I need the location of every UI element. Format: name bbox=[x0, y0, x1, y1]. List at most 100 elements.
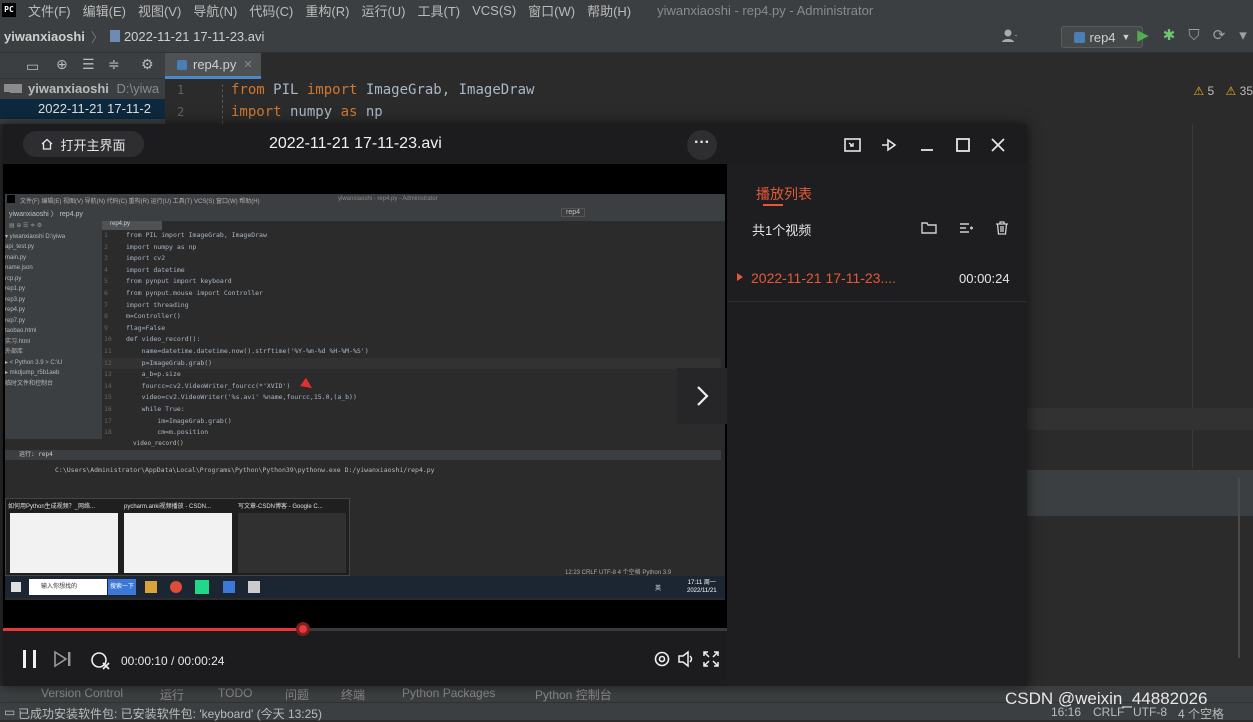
inspection-widget[interactable]: ⚠ 5 ⚠ 35 bbox=[1193, 84, 1253, 98]
frame-breadcrumb: yiwanxiaoshi 〉 rep4.py rep4 bbox=[5, 205, 725, 221]
add-to-list-icon[interactable] bbox=[958, 220, 974, 236]
weak-warning-count: 35 bbox=[1239, 84, 1253, 98]
trash-icon[interactable] bbox=[994, 220, 1010, 236]
python-icon bbox=[1073, 31, 1085, 43]
menu-code[interactable]: 代码(C) bbox=[249, 1, 293, 20]
breadcrumb-project[interactable]: yiwanxiaoshi bbox=[4, 29, 85, 44]
debug-icon[interactable]: ✱ bbox=[1160, 27, 1178, 45]
open-folder-icon[interactable] bbox=[921, 220, 937, 236]
thumb-preview bbox=[238, 513, 346, 573]
thumb-preview bbox=[124, 513, 232, 573]
tree-root[interactable]: yiwanxiaoshi D:\yiwa bbox=[10, 81, 159, 96]
home-icon bbox=[42, 138, 53, 150]
menu-tools[interactable]: 工具(T) bbox=[417, 1, 460, 20]
user-icon[interactable] bbox=[1000, 27, 1018, 45]
frame-code-line: 3 import cv2 bbox=[104, 254, 166, 263]
coverage-icon[interactable]: ⛉ bbox=[1185, 27, 1203, 45]
pycharm-icon bbox=[195, 580, 209, 594]
locate-icon[interactable]: ⊕ bbox=[56, 56, 68, 73]
skip-next-icon[interactable] bbox=[53, 650, 73, 668]
video-viewport[interactable]: 文件(F) 编辑(E) 视图(V) 导航(N) 代码(C) 重构(R) 运行(U… bbox=[3, 164, 727, 628]
time-total: 00:00:24 bbox=[177, 654, 225, 668]
frame-code-line: 5 from pynput import keyboard bbox=[104, 277, 232, 286]
menu-edit[interactable]: 编辑(E) bbox=[83, 1, 126, 20]
collapse-all-icon[interactable]: ≑ bbox=[108, 56, 120, 73]
profile-icon[interactable]: ⟳ bbox=[1210, 27, 1228, 45]
menu-refactor[interactable]: 重构(R) bbox=[305, 1, 349, 20]
frame-project-tree: ▤ ⊕ ☰ ≑ ⚙ ▾ yiwanxiaoshi D:\yiwa api_tes… bbox=[5, 221, 102, 439]
fold-guide bbox=[222, 84, 224, 124]
mini-mode-icon[interactable] bbox=[842, 134, 864, 156]
more-options-button[interactable]: ··· bbox=[687, 130, 717, 160]
line-number: 2 bbox=[177, 105, 185, 119]
frame-code-line: 15 video=cv2.VideoWriter('%s.avi' %name,… bbox=[104, 393, 357, 402]
tab-rep4-py[interactable]: rep4.py ✕ bbox=[165, 53, 261, 79]
frame-tree-item: taobao.html bbox=[5, 328, 37, 334]
file-icon bbox=[109, 30, 120, 42]
time-current: 00:00:10 bbox=[121, 654, 168, 668]
settings-gear-icon[interactable] bbox=[653, 650, 671, 668]
tree-item-selected[interactable]: 2022-11-21 17-11-2 bbox=[0, 99, 165, 119]
video-frame: 文件(F) 编辑(E) 视图(V) 导航(N) 代码(C) 重构(R) 运行(U… bbox=[5, 194, 725, 600]
menu-file[interactable]: 文件(F) bbox=[28, 1, 71, 20]
status-message[interactable]: 已成功安装软件包: 已安装软件包: 'keyboard' (今天 13:25) bbox=[18, 705, 322, 722]
menu-run[interactable]: 运行(U) bbox=[361, 1, 405, 20]
close-icon[interactable]: ✕ bbox=[243, 58, 252, 71]
run-config-selector[interactable]: rep4 ▼ bbox=[1061, 26, 1143, 48]
playlist-item[interactable]: 2022-11-21 17-11-23.... 00:00:24 bbox=[727, 262, 1027, 302]
playback-controls: 00:00:10 / 00:00:24 bbox=[3, 622, 727, 686]
progress-handle[interactable] bbox=[295, 622, 310, 636]
menu-vcs[interactable]: VCS(S) bbox=[472, 3, 516, 18]
volume-icon[interactable] bbox=[677, 650, 695, 668]
run-icon[interactable]: ▶ bbox=[1134, 27, 1152, 45]
file-explorer-icon bbox=[145, 581, 157, 593]
menu-help[interactable]: 帮助(H) bbox=[587, 1, 631, 20]
frame-code-line: 11 name=datetime.datetime.now().strftime… bbox=[104, 347, 369, 355]
frame-code-line: 8 m=Controller() bbox=[104, 312, 181, 321]
gear-icon[interactable]: ⚙ bbox=[141, 56, 154, 73]
tab-terminal[interactable]: 终端 bbox=[341, 686, 365, 703]
code-editor[interactable]: 1 from PIL import ImageGrab, ImageDraw 2… bbox=[165, 79, 1253, 124]
fullscreen-icon[interactable] bbox=[702, 650, 720, 668]
frame-search-box: 输入你想找的 bbox=[29, 579, 107, 595]
frame-code-line: 2 import numpy as np bbox=[104, 242, 197, 251]
playlist-title[interactable]: 播放列表 bbox=[756, 184, 812, 204]
frame-tree-item: rcp.py bbox=[5, 275, 22, 282]
more-run-icon[interactable]: ▾ bbox=[1234, 27, 1252, 45]
pause-icon[interactable] bbox=[19, 648, 41, 670]
tab-python-packages[interactable]: Python Packages bbox=[402, 686, 495, 700]
minimize-icon[interactable] bbox=[916, 134, 938, 156]
open-home-button[interactable]: 打开主界面 bbox=[23, 131, 144, 157]
breadcrumb-file[interactable]: 2022-11-21 17-11-23.avi bbox=[124, 29, 264, 44]
menu-view[interactable]: 视图(V) bbox=[138, 1, 181, 20]
tab-run[interactable]: 运行 bbox=[160, 686, 184, 703]
frame-tree-item: rep1.py bbox=[5, 286, 26, 292]
menu-navigate[interactable]: 导航(N) bbox=[193, 1, 237, 20]
playlist-title-underline bbox=[763, 204, 783, 206]
pin-icon[interactable] bbox=[878, 134, 900, 156]
thumb-title: pycharm.anki视频播放 - CSDN... bbox=[124, 504, 212, 510]
frame-crumb-text: yiwanxiaoshi 〉 rep4.py bbox=[9, 211, 83, 218]
frame-tree-item: 临时文件和控制台 bbox=[5, 380, 54, 387]
next-video-button[interactable] bbox=[677, 368, 727, 424]
folder-icon bbox=[4, 84, 13, 92]
tree-root-label: yiwanxiaoshi bbox=[28, 81, 109, 96]
frame-tree-item: 实习.html bbox=[5, 338, 31, 345]
tab-todo[interactable]: TODO bbox=[218, 686, 252, 700]
scrollbar[interactable] bbox=[1238, 478, 1240, 658]
code-line: from PIL import ImageGrab, ImageDraw bbox=[231, 82, 535, 98]
tab-python-console[interactable]: Python 控制台 bbox=[535, 686, 612, 703]
maximize-icon[interactable] bbox=[952, 134, 974, 156]
menu-window[interactable]: 窗口(W) bbox=[528, 1, 575, 20]
loop-icon[interactable] bbox=[89, 649, 111, 671]
frame-search-button: 搜索一下 bbox=[108, 579, 136, 595]
close-icon[interactable] bbox=[987, 134, 1009, 156]
folder-icon[interactable]: ▭ bbox=[26, 58, 39, 75]
window-title: yiwanxiaoshi - rep4.py - Administrator bbox=[657, 2, 874, 18]
expand-all-icon[interactable]: ☰ bbox=[82, 56, 95, 73]
frame-logo-icon bbox=[7, 195, 15, 203]
tab-version-control[interactable]: Version Control bbox=[41, 686, 123, 700]
frame-tree-item: 外部库 bbox=[5, 349, 24, 355]
tab-problems[interactable]: 问题 bbox=[285, 686, 309, 703]
playlist-panel: 播放列表 共1个视频 2022-11-21 17-11-23.... 00:00… bbox=[727, 164, 1027, 686]
